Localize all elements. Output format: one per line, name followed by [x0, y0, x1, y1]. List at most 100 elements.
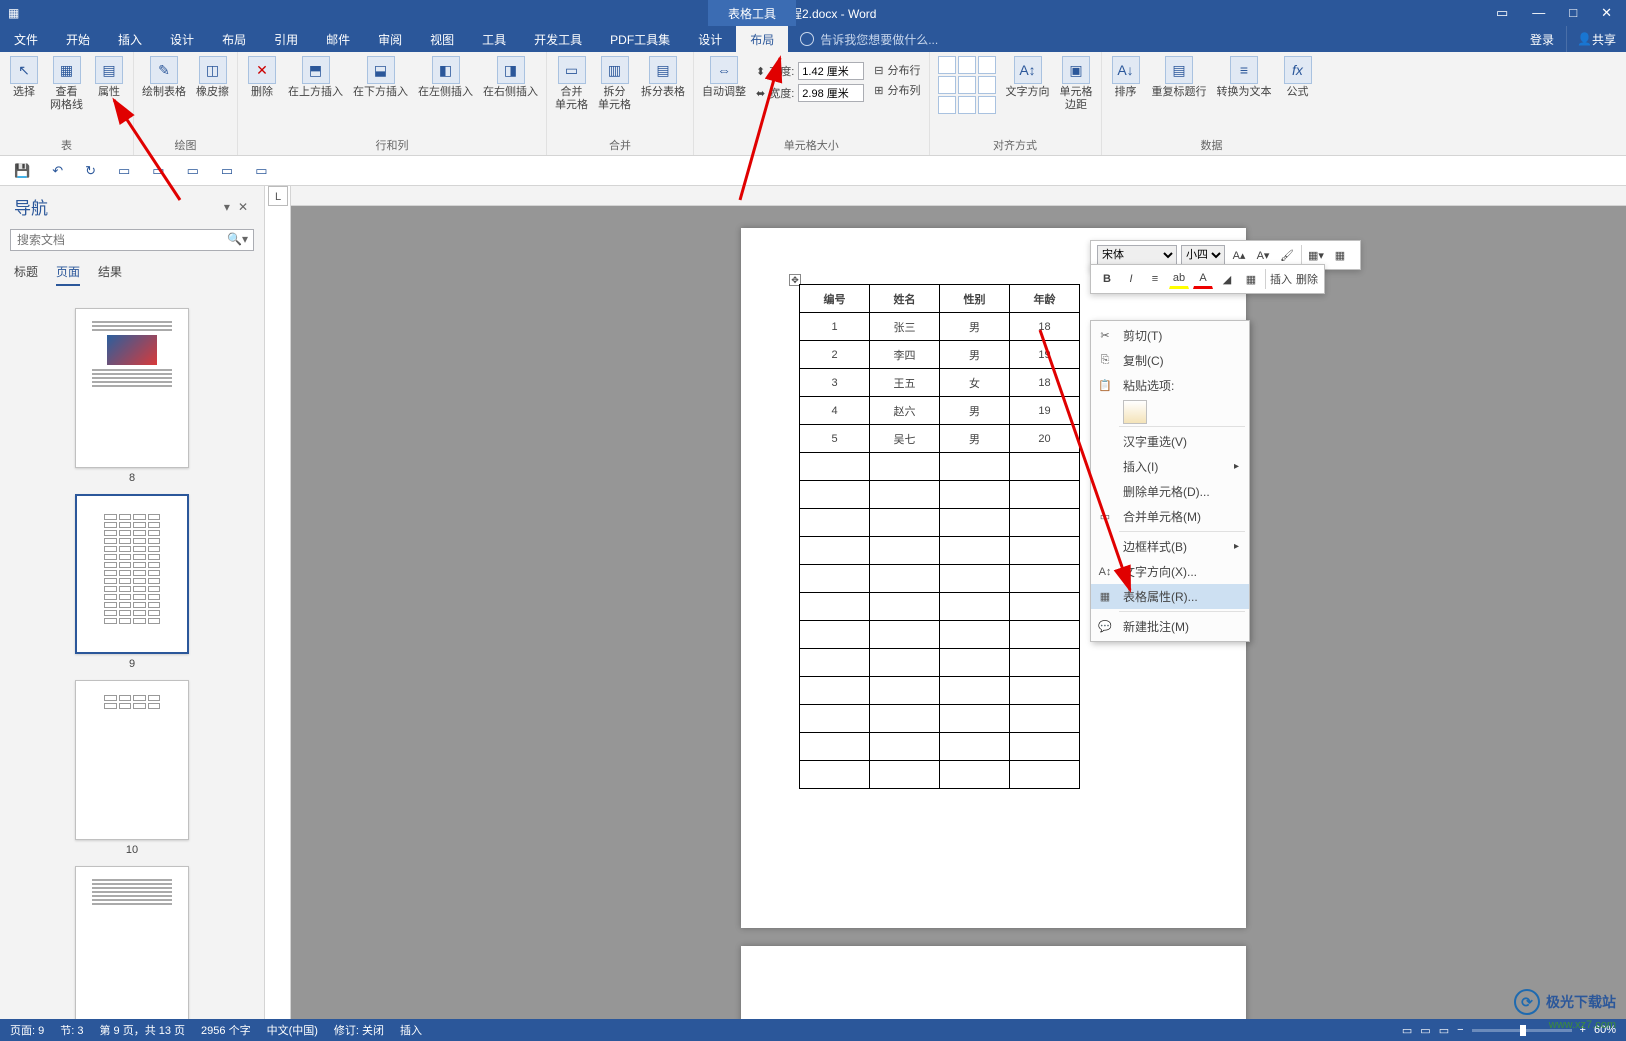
table-header[interactable]: 编号 [800, 285, 870, 313]
page-thumbnail-11[interactable] [75, 866, 189, 1019]
height-input[interactable] [798, 62, 864, 80]
qat-button[interactable]: ▭ [255, 163, 267, 179]
table-cell[interactable] [1010, 677, 1080, 705]
nav-search-input[interactable] [10, 229, 254, 251]
zoom-out-icon[interactable]: − [1457, 1024, 1463, 1036]
tab-view[interactable]: 视图 [416, 26, 468, 52]
table-cell[interactable] [800, 593, 870, 621]
table-row[interactable] [800, 481, 1080, 509]
border-icon[interactable]: ▦ [1241, 269, 1261, 289]
save-icon[interactable]: 💾 [14, 163, 30, 179]
table-row[interactable]: 3王五女18 [800, 369, 1080, 397]
delete-button[interactable]: ✕删除 [246, 56, 278, 99]
table-cell[interactable] [1010, 705, 1080, 733]
table-header[interactable]: 年龄 [1010, 285, 1080, 313]
table-row[interactable] [800, 593, 1080, 621]
font-color-icon[interactable]: A [1193, 269, 1213, 289]
bold-icon[interactable]: B [1097, 269, 1117, 289]
tab-selector[interactable]: L [268, 186, 288, 206]
view-web-layout-icon[interactable]: ▭ [1439, 1024, 1449, 1037]
table-row[interactable] [800, 565, 1080, 593]
insert-dropdown[interactable]: ▦▾ [1306, 245, 1326, 265]
ctx-new-comment[interactable]: 💬新建批注(M) [1091, 614, 1249, 639]
table-cell[interactable]: 男 [940, 341, 1010, 369]
repeat-header-button[interactable]: ▤重复标题行 [1152, 56, 1207, 99]
table-cell[interactable]: 王五 [870, 369, 940, 397]
table-cell[interactable] [1010, 453, 1080, 481]
width-input[interactable] [798, 84, 864, 102]
table-cell[interactable] [800, 565, 870, 593]
table-cell[interactable] [1010, 761, 1080, 789]
decrease-font-icon[interactable]: A▾ [1253, 245, 1273, 265]
highlight-icon[interactable]: ab [1169, 269, 1189, 289]
table-cell[interactable] [870, 537, 940, 565]
table-cell[interactable] [940, 733, 1010, 761]
view-print-layout-icon[interactable]: ▭ [1420, 1024, 1430, 1037]
table-cell[interactable] [870, 677, 940, 705]
text-direction-button[interactable]: A↕文字方向 [1006, 56, 1050, 99]
table-cell[interactable]: 吴七 [870, 425, 940, 453]
table-cell[interactable] [1010, 733, 1080, 761]
table-cell[interactable] [870, 705, 940, 733]
table-header[interactable]: 姓名 [870, 285, 940, 313]
font-family-select[interactable]: 宋体 [1097, 245, 1177, 265]
select-button[interactable]: ↖选择 [8, 56, 40, 99]
table-cell[interactable] [940, 761, 1010, 789]
table-cell[interactable]: 张三 [870, 313, 940, 341]
nav-close-icon[interactable]: ✕ [234, 200, 252, 214]
table-cell[interactable] [940, 705, 1010, 733]
table-cell[interactable]: 3 [800, 369, 870, 397]
tab-pdf-tools[interactable]: PDF工具集 [596, 26, 684, 52]
table-cell[interactable] [800, 481, 870, 509]
status-word-count[interactable]: 2956 个字 [201, 1022, 251, 1038]
table-cell[interactable] [1010, 649, 1080, 677]
table-cell[interactable] [940, 565, 1010, 593]
table-row[interactable] [800, 733, 1080, 761]
table-cell[interactable]: 赵六 [870, 397, 940, 425]
tab-file[interactable]: 文件 [0, 26, 52, 52]
tab-references[interactable]: 引用 [260, 26, 312, 52]
table-cell[interactable] [800, 733, 870, 761]
autofit-button[interactable]: ⇔自动调整 [702, 56, 746, 99]
table-row[interactable] [800, 761, 1080, 789]
table-row[interactable] [800, 649, 1080, 677]
table-cell[interactable] [870, 761, 940, 789]
formula-button[interactable]: fx公式 [1282, 56, 1314, 99]
table-cell[interactable] [940, 537, 1010, 565]
status-language[interactable]: 中文(中国) [267, 1022, 318, 1038]
split-table-button[interactable]: ▤拆分表格 [641, 56, 685, 99]
ctx-reconvert[interactable]: 汉字重选(V) [1091, 429, 1249, 454]
ctx-merge-cells[interactable]: ▭合并单元格(M) [1091, 504, 1249, 529]
qat-button[interactable]: ▭ [187, 163, 199, 179]
document-table[interactable]: 编号姓名性别年龄 1张三男182李四男193王五女184赵六男195吴七男20 [799, 284, 1080, 789]
sort-button[interactable]: A↓排序 [1110, 56, 1142, 99]
align-icon[interactable]: ≡ [1145, 269, 1165, 289]
paste-option-keep-formatting[interactable] [1123, 400, 1147, 424]
table-cell[interactable] [940, 649, 1010, 677]
sign-in-button[interactable]: 登录 [1518, 26, 1566, 52]
table-cell[interactable] [940, 453, 1010, 481]
eraser-button[interactable]: ◫橡皮擦 [196, 56, 229, 99]
table-cell[interactable] [1010, 509, 1080, 537]
tell-me-search[interactable]: 告诉我您想要做什么... [800, 31, 938, 48]
table-cell[interactable] [800, 761, 870, 789]
table-cell[interactable] [870, 565, 940, 593]
table-cell[interactable]: 20 [1010, 425, 1080, 453]
table-cell[interactable]: 5 [800, 425, 870, 453]
table-cell[interactable] [800, 705, 870, 733]
tab-review[interactable]: 审阅 [364, 26, 416, 52]
table-row[interactable] [800, 509, 1080, 537]
table-cell[interactable] [800, 509, 870, 537]
undo-icon[interactable]: ↶ [52, 163, 63, 179]
table-cell[interactable] [1010, 621, 1080, 649]
table-cell[interactable] [940, 593, 1010, 621]
table-cell[interactable] [870, 733, 940, 761]
table-row[interactable] [800, 677, 1080, 705]
ribbon-display-options-icon[interactable]: ▭ [1496, 5, 1508, 21]
insert-right-button[interactable]: ◨在右侧插入 [483, 56, 538, 99]
distribute-rows-button[interactable]: ⊟ 分布行 [874, 62, 920, 78]
status-insert-mode[interactable]: 插入 [400, 1022, 422, 1038]
page-thumbnail-10[interactable] [75, 680, 189, 840]
view-gridlines-button[interactable]: ▦查看 网格线 [50, 56, 83, 112]
tab-design[interactable]: 设计 [156, 26, 208, 52]
